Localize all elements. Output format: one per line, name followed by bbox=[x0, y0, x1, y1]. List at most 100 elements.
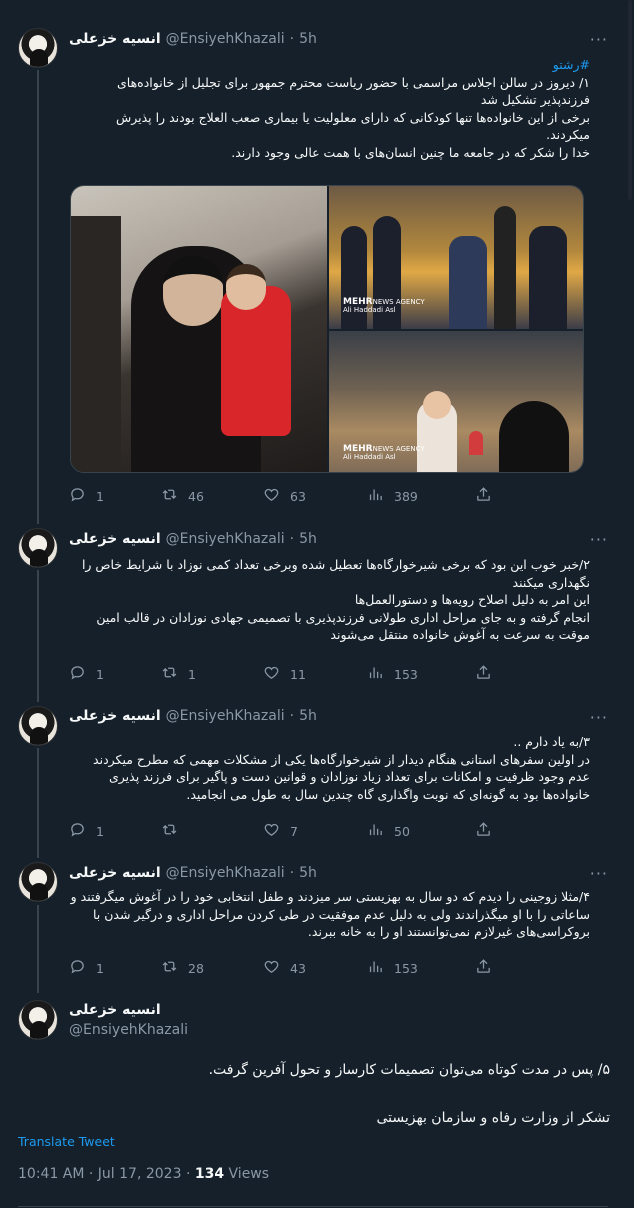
timestamp[interactable]: 10:41 AM · Jul 17, 2023 · bbox=[18, 1166, 195, 1182]
retweet-icon bbox=[161, 486, 178, 506]
thread-line bbox=[37, 748, 39, 858]
author-name[interactable]: انسیه خزعلی bbox=[69, 531, 161, 547]
reply-count: 1 bbox=[96, 488, 104, 504]
tweet-meta: 10:41 AM · Jul 17, 2023 · 134 Views bbox=[18, 1166, 269, 1182]
share-button[interactable] bbox=[475, 821, 492, 841]
views-count: 389 bbox=[394, 488, 418, 504]
views-button[interactable]: 389 bbox=[367, 486, 418, 506]
tweet-line: ۱/ دیروز در سالن اجلاس مراسمی با حضور ری… bbox=[117, 74, 590, 108]
views-count: 153 bbox=[394, 666, 418, 682]
author-handle[interactable]: @EnsiyehKhazali bbox=[166, 708, 285, 724]
scrollbar[interactable] bbox=[624, 0, 634, 1208]
like-icon bbox=[263, 821, 280, 841]
retweet-button[interactable] bbox=[161, 821, 188, 841]
author-name[interactable]: انسیه خزعلی bbox=[69, 1000, 188, 1020]
tweet-line: ۴/مثلا زوجینی را دیدم که دو سال به بهزیس… bbox=[70, 889, 590, 939]
hashtag-link[interactable]: #رشتو bbox=[69, 56, 590, 74]
like-button[interactable]: 63 bbox=[263, 486, 306, 506]
views-button[interactable]: 153 bbox=[367, 958, 418, 978]
main-tweet-header: انسیه خزعلی @EnsiyehKhazali bbox=[69, 1000, 188, 1040]
retweet-count: 1 bbox=[188, 666, 196, 682]
watermark-agency: NEWS AGENCY bbox=[372, 298, 425, 306]
avatar[interactable] bbox=[18, 28, 58, 68]
views-button[interactable]: 50 bbox=[367, 821, 410, 841]
tweet-text: ۲/خبر خوب این بود که برخی شیرخوارگاه‌ها … bbox=[69, 556, 590, 644]
thread-line bbox=[37, 905, 39, 993]
media-photo-main[interactable] bbox=[71, 186, 327, 472]
reply-icon bbox=[69, 486, 86, 506]
tweet-text: #رشتو ۱/ دیروز در سالن اجلاس مراسمی با ح… bbox=[69, 56, 590, 161]
media-photo-audience[interactable]: MEHRNEWS AGENCY Ali Haddadi Asl bbox=[329, 186, 583, 329]
views-count[interactable]: 134 bbox=[195, 1166, 224, 1182]
author-name[interactable]: انسیه خزعلی bbox=[69, 865, 161, 881]
like-icon bbox=[263, 664, 280, 684]
reply-button[interactable]: 1 bbox=[69, 958, 104, 978]
like-button[interactable]: 43 bbox=[263, 958, 306, 978]
author-handle[interactable]: @EnsiyehKhazali bbox=[166, 865, 285, 881]
reply-count: 1 bbox=[96, 960, 104, 976]
avatar[interactable] bbox=[18, 706, 58, 746]
tweet-line: ۳/به یاد دارم .. bbox=[513, 734, 590, 749]
views-icon bbox=[367, 821, 384, 841]
like-button[interactable]: 7 bbox=[263, 821, 298, 841]
views-icon bbox=[367, 958, 384, 978]
retweet-button[interactable]: 28 bbox=[161, 958, 204, 978]
retweet-count: 28 bbox=[188, 960, 204, 976]
tweet-time[interactable]: 5h bbox=[299, 865, 317, 881]
views-count: 153 bbox=[394, 960, 418, 976]
tweet-text: ۳/به یاد دارم .. در اولین سفرهای استانی … bbox=[69, 733, 590, 803]
main-tweet-line: ۵/ پس در مدت کوتاه می‌توان تصمیمات کارسا… bbox=[208, 1062, 610, 1078]
tweet-time[interactable]: 5h bbox=[299, 31, 317, 47]
like-count: 7 bbox=[290, 823, 298, 839]
views-button[interactable]: 153 bbox=[367, 664, 418, 684]
views-label: Views bbox=[224, 1166, 270, 1182]
reply-icon bbox=[69, 958, 86, 978]
thread-line bbox=[37, 570, 39, 702]
more-icon[interactable]: ··· bbox=[590, 30, 608, 49]
views-icon bbox=[367, 664, 384, 684]
avatar[interactable] bbox=[18, 528, 58, 568]
reply-icon bbox=[69, 664, 86, 684]
more-icon[interactable]: ··· bbox=[590, 708, 608, 727]
like-count: 43 bbox=[290, 960, 306, 976]
author-handle[interactable]: @EnsiyehKhazali bbox=[166, 531, 285, 547]
more-icon[interactable]: ··· bbox=[590, 864, 608, 883]
tweet-header: انسیه خزعلی @EnsiyehKhazali · 5h bbox=[69, 529, 317, 549]
reply-button[interactable]: 1 bbox=[69, 821, 104, 841]
media-photo-child[interactable]: MEHRNEWS AGENCY Ali Haddadi Asl bbox=[329, 331, 583, 472]
author-handle[interactable]: @EnsiyehKhazali bbox=[166, 31, 285, 47]
more-icon[interactable]: ··· bbox=[590, 530, 608, 549]
retweet-button[interactable]: 1 bbox=[161, 664, 196, 684]
tweet-line: ۲/خبر خوب این بود که برخی شیرخوارگاه‌ها … bbox=[81, 557, 590, 590]
tweet-media[interactable]: MEHRNEWS AGENCY Ali Haddadi Asl MEHRNEWS… bbox=[70, 185, 584, 473]
share-button[interactable] bbox=[475, 958, 492, 978]
retweet-icon bbox=[161, 664, 178, 684]
watermark-agency: NEWS AGENCY bbox=[372, 445, 425, 453]
main-tweet-line: تشکر از وزارت رفاه و سازمان بهزیستی bbox=[376, 1110, 610, 1126]
author-name[interactable]: انسیه خزعلی bbox=[69, 31, 161, 47]
author-handle[interactable]: @EnsiyehKhazali bbox=[69, 1020, 188, 1040]
translate-tweet-link[interactable]: Translate Tweet bbox=[18, 1134, 115, 1149]
avatar[interactable] bbox=[18, 1000, 58, 1040]
tweet-line: برخی از این خانواده‌ها تنها کودکانی که د… bbox=[115, 109, 590, 143]
share-icon bbox=[475, 664, 492, 684]
reply-icon bbox=[69, 821, 86, 841]
watermark-credit: Ali Haddadi Asl bbox=[343, 453, 396, 461]
tweet-line: انجام گرفته و به جای مراحل اداری طولانی … bbox=[96, 609, 590, 643]
tweet-actions: 1 28 43 153 bbox=[69, 958, 509, 978]
tweet-actions: 1 1 11 153 bbox=[69, 664, 509, 684]
retweet-button[interactable]: 46 bbox=[161, 486, 204, 506]
reply-button[interactable]: 1 bbox=[69, 486, 104, 506]
scrollbar-thumb[interactable] bbox=[628, 0, 632, 200]
tweet-time[interactable]: 5h bbox=[299, 531, 317, 547]
like-button[interactable]: 11 bbox=[263, 664, 306, 684]
reply-button[interactable]: 1 bbox=[69, 664, 104, 684]
share-button[interactable] bbox=[475, 486, 492, 506]
like-icon bbox=[263, 486, 280, 506]
share-button[interactable] bbox=[475, 664, 492, 684]
avatar[interactable] bbox=[18, 862, 58, 902]
tweet-time[interactable]: 5h bbox=[299, 708, 317, 724]
tweet-header: انسیه خزعلی @EnsiyehKhazali · 5h bbox=[69, 29, 317, 49]
author-name[interactable]: انسیه خزعلی bbox=[69, 708, 161, 724]
views-icon bbox=[367, 486, 384, 506]
